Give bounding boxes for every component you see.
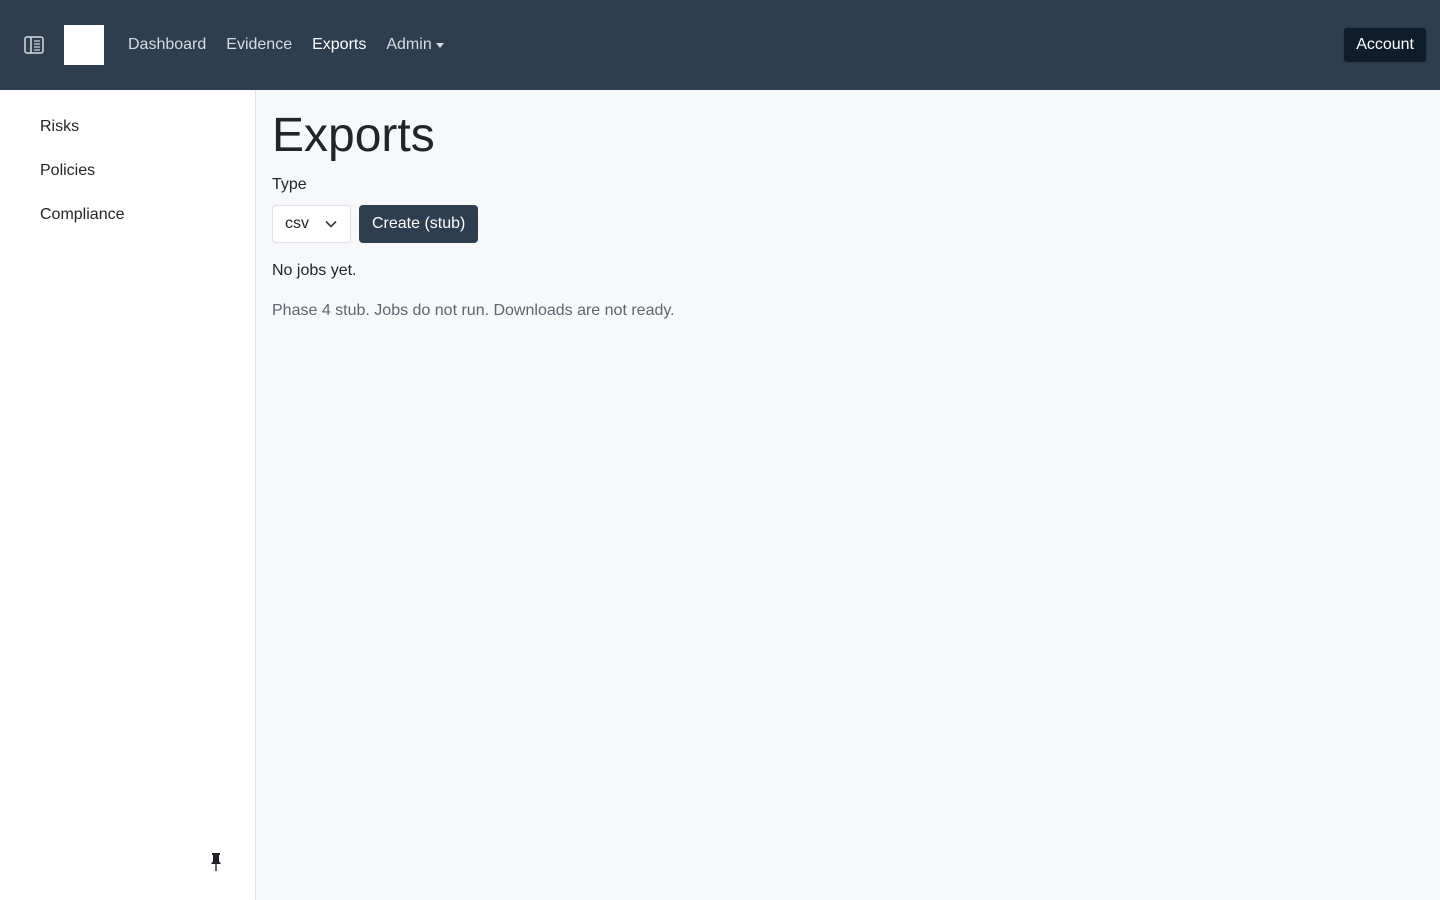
type-label: Type: [272, 176, 307, 193]
type-select[interactable]: csv: [272, 205, 351, 243]
type-select-value: csv: [285, 215, 309, 232]
main-nav: Dashboard Evidence Exports Admin: [118, 0, 454, 90]
empty-jobs-message: No jobs yet.: [272, 262, 357, 279]
stub-note: Phase 4 stub. Jobs do not run. Downloads…: [272, 302, 675, 319]
pin-icon: [211, 853, 221, 871]
main-content: Exports Type csv Create (stub) No jobs y…: [257, 90, 1440, 900]
sidebar-item-policies[interactable]: Policies: [40, 162, 95, 180]
sidebar: Risks Policies Compliance: [0, 90, 256, 900]
page-title: Exports: [272, 109, 435, 162]
account-button[interactable]: Account: [1343, 27, 1427, 63]
sidebar-toggle-icon: [24, 36, 44, 54]
sidebar-toggle-button[interactable]: [22, 33, 46, 57]
pin-sidebar-button[interactable]: [208, 852, 224, 872]
app-logo[interactable]: [64, 25, 104, 65]
nav-exports[interactable]: Exports: [302, 36, 376, 54]
top-navbar: Dashboard Evidence Exports Admin Account: [0, 0, 1440, 90]
sidebar-item-compliance[interactable]: Compliance: [40, 206, 124, 224]
nav-admin-dropdown[interactable]: Admin: [376, 36, 453, 54]
nav-evidence[interactable]: Evidence: [216, 36, 302, 54]
chevron-down-icon: [325, 220, 337, 228]
sidebar-item-risks[interactable]: Risks: [40, 118, 79, 136]
nav-admin-label: Admin: [386, 36, 432, 53]
nav-dashboard[interactable]: Dashboard: [118, 36, 216, 54]
caret-down-icon: [435, 42, 444, 48]
create-export-button[interactable]: Create (stub): [359, 205, 479, 243]
